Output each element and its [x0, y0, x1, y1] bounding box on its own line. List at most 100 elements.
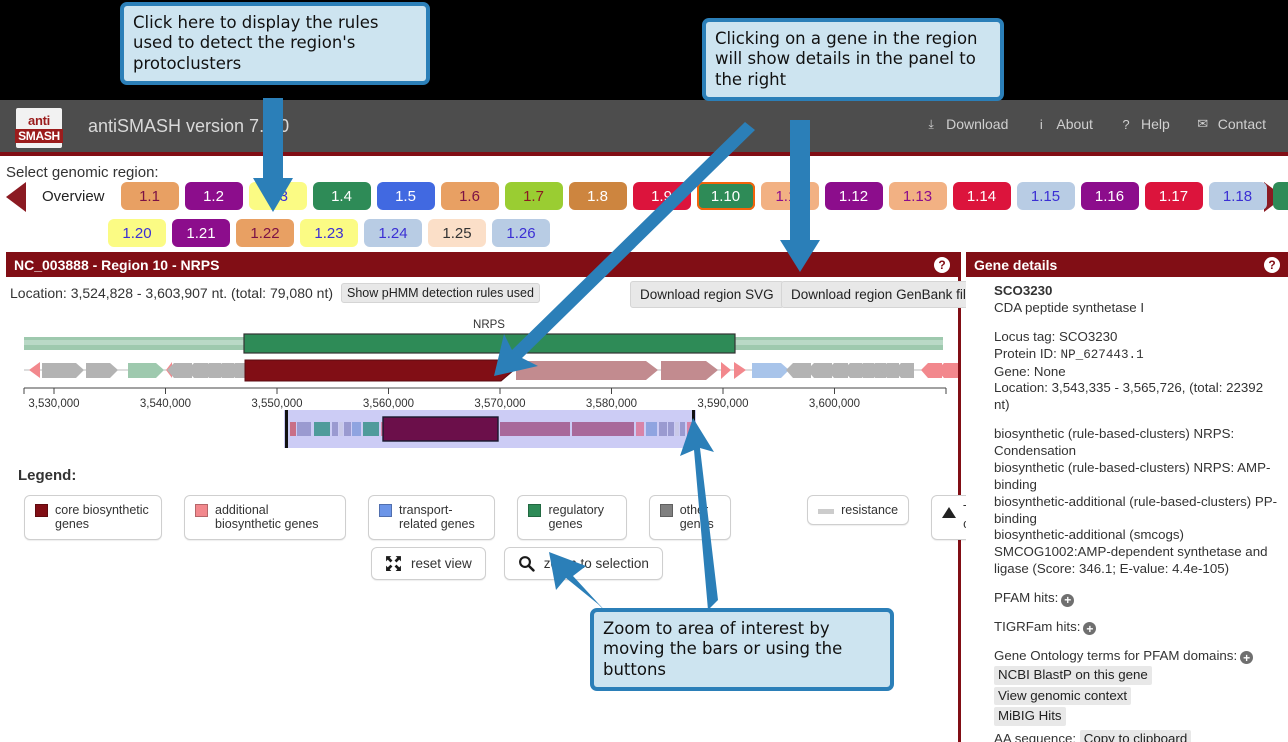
region-panel-title-text: NC_003888 - Region 10 - NRPS [14, 256, 220, 273]
gene-arrow-selected[interactable] [244, 359, 515, 382]
gene-details-title: Gene details ? [966, 252, 1288, 277]
genomic-axis: 3,530,000 3,540,000 3,550,000 3,560,000 3,57… [23, 387, 947, 410]
question-icon: ? [1122, 116, 1130, 132]
region-button-1-13[interactable]: 1.13 [888, 182, 947, 210]
reset-view-button[interactable]: reset view [371, 547, 486, 580]
minimap-selected-gene[interactable] [382, 416, 499, 442]
legend-item-label: other genes [679, 503, 714, 532]
aa-sequence-row: AA sequence: Copy to clipboard [994, 729, 1280, 742]
minimap-genes-right [500, 422, 692, 436]
gene-protein-id-value: NP_627443.1 [1060, 347, 1144, 362]
region-button-1-6[interactable]: 1.6 [440, 182, 499, 210]
gene-annotation: biosynthetic (rule-based-clusters) NRPS:… [994, 459, 1271, 492]
region-button-1-3[interactable]: 1.3 [248, 182, 307, 210]
region-button-1-7[interactable]: 1.7 [504, 182, 563, 210]
header-menu-about[interactable]: i About [1034, 116, 1093, 132]
region-button-1-22[interactable]: 1.22 [236, 219, 294, 247]
region-button-1-23[interactable]: 1.23 [300, 219, 358, 247]
region-button-1-11[interactable]: 1.11 [760, 182, 819, 210]
gene-locus-name: SCO3230 [994, 283, 1053, 298]
protocluster-core-bar[interactable] [243, 333, 736, 354]
legend-item-additional-biosynthetic[interactable]: additional biosynthetic genes [184, 495, 346, 540]
header-menu-help-label: Help [1140, 116, 1170, 132]
legend-item-label: core biosynthetic genes [55, 503, 149, 532]
region-button-1-18[interactable]: 1.18 [1208, 182, 1267, 210]
legend-item-label: additional biosynthetic genes [215, 503, 319, 532]
go-terms-row: Gene Ontology terms for PFAM domains: + [994, 648, 1280, 665]
region-button-1-5[interactable]: 1.5 [376, 182, 435, 210]
view-genomic-context-link[interactable]: View genomic context [994, 686, 1132, 706]
gene-arrow[interactable] [516, 361, 658, 380]
region-button-1-10[interactable]: 1.10 [696, 182, 755, 210]
region-button-1-4[interactable]: 1.4 [312, 182, 371, 210]
region-button-1-21[interactable]: 1.21 [172, 219, 230, 247]
show-phmm-rules-button[interactable]: Show pHMM detection rules used [341, 283, 540, 303]
region-button-1-2[interactable]: 1.2 [184, 182, 243, 210]
legend-item-regulatory[interactable]: regulatory genes [517, 495, 627, 540]
plus-circle-icon[interactable]: + [1240, 651, 1254, 665]
legend-item-transport-related[interactable]: transport-related genes [368, 495, 496, 540]
minimap-right-handle[interactable] [692, 410, 695, 448]
gene-arrow-track[interactable] [24, 359, 958, 382]
region-button-1-9[interactable]: 1.9 [632, 182, 691, 210]
region-button-1-26[interactable]: 1.26 [492, 219, 550, 247]
region-visualization[interactable]: NRPS 3,530,000 3,540,000 3,550,000 3,560… [6, 304, 961, 494]
gene-details-title-text: Gene details [974, 256, 1058, 273]
gene-location: Location: 3,543,335 - 3,565,726, (total:… [994, 380, 1264, 413]
ncbi-blastp-link[interactable]: NCBI BlastP on this gene [994, 665, 1152, 685]
annotation-callout-rules: Click here to display the rules used to … [120, 2, 430, 86]
region-panel-title: NC_003888 - Region 10 - NRPS ? [6, 252, 958, 277]
legend-item-label: regulatory genes [548, 503, 605, 532]
gene-arrow[interactable] [128, 363, 164, 378]
gene-locus-tag: Locus tag: SCO3230 [994, 328, 1118, 344]
legend-item-core-biosynthetic[interactable]: core biosynthetic genes [24, 495, 163, 540]
overview-button[interactable]: Overview [32, 184, 115, 209]
region-button-1-14[interactable]: 1.14 [952, 182, 1011, 210]
region-button-1-15[interactable]: 1.15 [1016, 182, 1075, 210]
zoom-to-selection-button[interactable]: zoom to selection [503, 547, 663, 580]
legend-item-resistance[interactable]: resistance [807, 495, 910, 526]
region-button-1-8[interactable]: 1.8 [568, 182, 627, 210]
gene-arrow[interactable] [42, 363, 84, 378]
gene-arrow[interactable] [752, 363, 789, 378]
axis-tick-label: 3,590,000 [697, 398, 748, 410]
region-button-1-20[interactable]: 1.20 [108, 219, 166, 247]
prev-region-arrow[interactable] [6, 182, 26, 212]
triangle-icon [942, 507, 957, 518]
gene-arrow[interactable] [86, 363, 118, 378]
minimap-selection[interactable] [284, 410, 696, 448]
plus-circle-icon[interactable]: + [1061, 593, 1075, 607]
region-button-1-1[interactable]: 1.1 [120, 182, 179, 210]
question-circle-icon[interactable]: ? [1264, 256, 1280, 273]
go-terms-label: Gene Ontology terms for PFAM domains: [994, 647, 1238, 663]
gene-arrow[interactable] [734, 362, 746, 379]
region-button-1-25[interactable]: 1.25 [428, 219, 486, 247]
gene-details-body: SCO3230 CDA peptide synthetase I Locus t… [966, 277, 1288, 742]
mibig-hits-link[interactable]: MiBIG Hits [994, 707, 1066, 727]
gene-arrow[interactable] [29, 362, 40, 378]
color-swatch-icon [659, 504, 673, 517]
region-button-row-1: Overview 1.1 1.2 1.3 1.4 1.5 1.6 1.7 1.8 1.9 1.10… [32, 182, 1288, 210]
region-button-1-24[interactable]: 1.24 [364, 219, 422, 247]
logo-text-anti: anti [28, 112, 50, 128]
tigrfam-hits-row: TIGRFam hits: + [994, 619, 1280, 636]
legend-item-other[interactable]: other genes [648, 495, 732, 540]
plus-circle-icon[interactable]: + [1083, 622, 1097, 636]
header-menu-help[interactable]: ? Help [1119, 116, 1170, 132]
color-swatch-icon [528, 504, 542, 517]
region-button-1-19[interactable]: 1.19 [1272, 182, 1288, 210]
gene-arrow[interactable] [661, 361, 718, 380]
region-button-1-17[interactable]: 1.17 [1144, 182, 1203, 210]
zoom-to-selection-label: zoom to selection [543, 556, 649, 571]
gene-arrow[interactable] [786, 363, 811, 378]
minimap-left-handle[interactable] [285, 410, 288, 448]
copy-aa-sequence-button[interactable]: Copy to clipboard [1079, 730, 1192, 742]
axis-tick-label: 3,570,000 [474, 398, 525, 410]
gene-arrow[interactable] [721, 362, 731, 379]
axis-tick-label: 3,560,000 [363, 398, 414, 410]
header-menu-contact[interactable]: ✉ Contact [1196, 116, 1266, 132]
region-button-1-16[interactable]: 1.16 [1080, 182, 1139, 210]
question-circle-icon[interactable]: ? [934, 256, 950, 273]
header-menu-download[interactable]: ⤓ Download [924, 116, 1008, 132]
region-button-1-12[interactable]: 1.12 [824, 182, 883, 210]
